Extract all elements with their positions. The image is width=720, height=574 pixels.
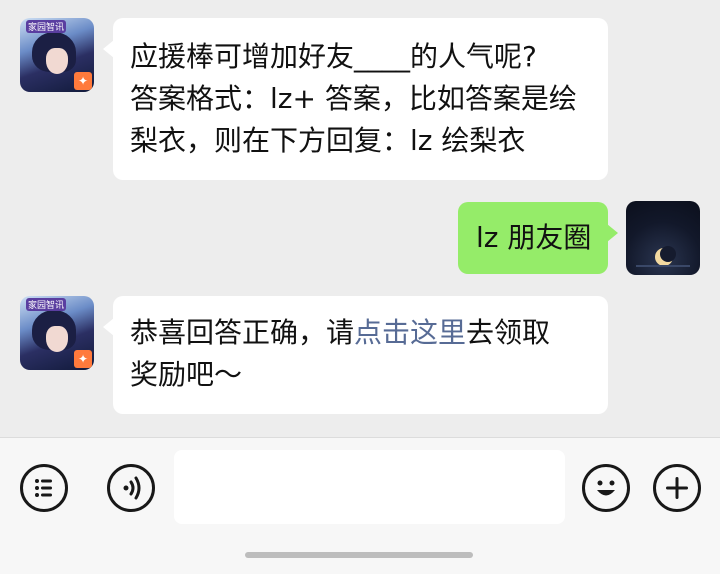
chat-area: 家园智讯 ✦ 应援棒可增加好友____的人气呢? 答案格式：lz+ 答案，比如答… (0, 0, 720, 437)
avatar-tag: 家园智讯 (26, 298, 67, 311)
message-text: 恭喜回答正确，请点击这里去领取 奖励吧～ (130, 312, 550, 396)
avatar-face (46, 48, 68, 74)
plus-button[interactable] (653, 464, 701, 512)
message-line: 奖励吧～ (130, 358, 243, 391)
user-avatar[interactable] (626, 201, 700, 275)
claim-reward-link[interactable]: 点击这里 (354, 316, 466, 349)
bubble-tail (103, 318, 114, 336)
avatar-tag: 家园智讯 (26, 20, 67, 33)
emoji-icon (597, 480, 615, 496)
moon-icon (636, 246, 690, 267)
list-menu-button[interactable] (20, 464, 68, 512)
message-line: 应援棒可增加好友____的人气呢? (130, 40, 537, 73)
message-text: 应援棒可增加好友____的人气呢? 答案格式：lz+ 答案，比如答案是绘 梨衣，… (130, 36, 577, 162)
input-bar (0, 437, 720, 574)
avatar-badge: ✦ (74, 72, 92, 90)
message-line: 答案格式：lz+ 答案，比如答案是绘 (130, 82, 577, 115)
home-indicator (245, 552, 473, 558)
bubble-tail (607, 224, 618, 242)
message-line: 恭喜回答正确，请点击这里去领取 (130, 312, 550, 354)
bot-avatar[interactable]: 家园智讯 ✦ (20, 18, 94, 92)
message-text-suffix: 去领取 (466, 316, 551, 349)
message-bubble[interactable]: 恭喜回答正确，请点击这里去领取 奖励吧～ (103, 296, 608, 414)
bot-avatar[interactable]: 家园智讯 ✦ (20, 296, 94, 370)
message-text-prefix: 恭喜回答正确，请 (130, 316, 355, 349)
message-line: 梨衣，则在下方回复：lz 绘梨衣 (130, 124, 526, 157)
bubble-tail (103, 40, 114, 58)
user-message-bubble[interactable]: lz 朋友圈 (458, 202, 618, 274)
voice-button[interactable] (107, 464, 155, 512)
message-text: lz 朋友圈 (476, 221, 592, 254)
list-menu-icon (35, 479, 52, 497)
message-bubble[interactable]: 应援棒可增加好友____的人气呢? 答案格式：lz+ 答案，比如答案是绘 梨衣，… (103, 18, 608, 180)
message-input[interactable] (174, 450, 565, 524)
plus-icon (666, 477, 688, 499)
avatar-face (46, 326, 68, 352)
avatar-badge: ✦ (74, 350, 92, 368)
emoji-button[interactable] (582, 464, 630, 512)
voice-icon (123, 476, 141, 500)
